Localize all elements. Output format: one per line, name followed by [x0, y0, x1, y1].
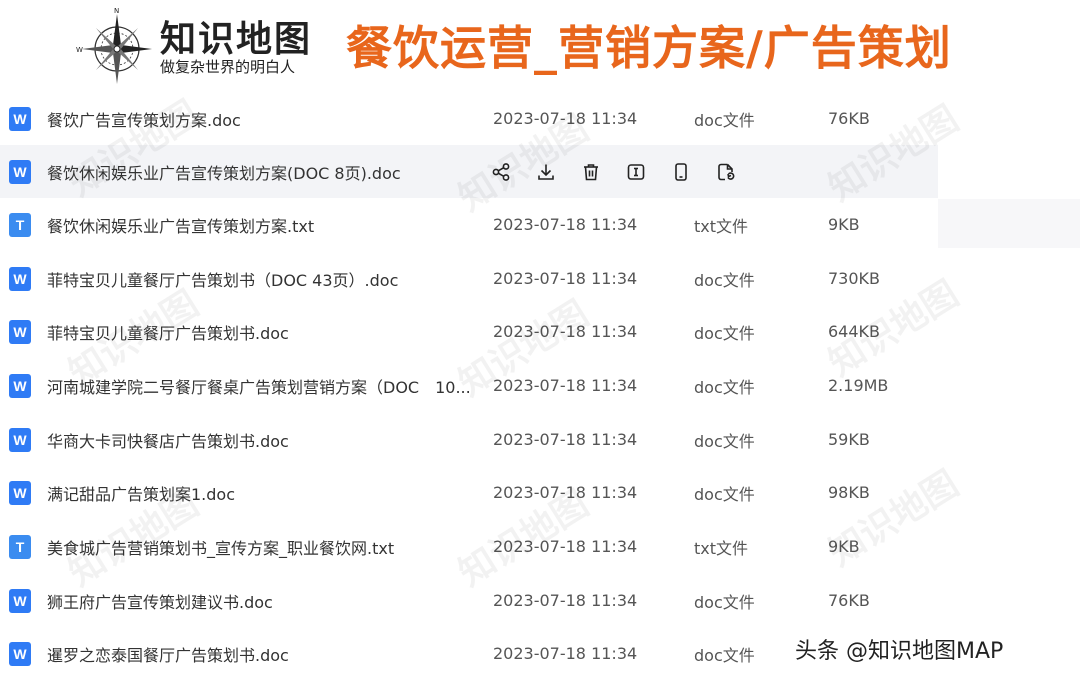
share-icon[interactable]	[490, 161, 512, 183]
file-type: doc文件	[694, 377, 755, 397]
side-panel-strip	[938, 199, 1080, 248]
file-type: doc文件	[694, 645, 755, 665]
file-size: 98KB	[828, 483, 870, 502]
word-file-icon: W	[9, 588, 31, 613]
file-row[interactable]: W 河南城建学院二号餐厅餐桌广告策划营销方案（DOC 10... 2023-07…	[0, 359, 938, 412]
file-date: 2023-07-18 11:34	[493, 109, 638, 128]
logo-title: 知识地图	[160, 19, 313, 60]
file-row[interactable]: W 菲特宝贝儿童餐厅广告策划书.doc 2023-07-18 11:34 doc…	[0, 305, 938, 358]
word-file-icon: W	[9, 266, 31, 291]
word-file-icon: W	[9, 373, 31, 398]
delete-icon[interactable]	[580, 161, 602, 183]
svg-text:N: N	[114, 7, 119, 15]
file-date: 2023-07-18 11:34	[493, 322, 638, 341]
file-date: 2023-07-18 11:34	[493, 483, 638, 502]
file-name[interactable]: 餐饮休闲娱乐业广告宣传策划方案(DOC 8页).doc	[47, 160, 401, 184]
file-date: 2023-07-18 11:34	[493, 644, 638, 663]
compass-logo-icon: N W	[76, 7, 152, 84]
file-name[interactable]: 美食城广告营销策划书_宣传方案_职业餐饮网.txt	[47, 535, 394, 559]
file-date: 2023-07-18 11:34	[493, 430, 638, 449]
file-name[interactable]: 狮王府广告宣传策划建议书.doc	[47, 589, 273, 613]
file-name[interactable]: 餐饮广告宣传策划方案.doc	[47, 107, 241, 131]
word-file-icon: W	[9, 159, 31, 184]
file-date: 2023-07-18 11:34	[493, 215, 638, 234]
file-name[interactable]: 暹罗之恋泰国餐厅广告策划书.doc	[47, 642, 289, 666]
rename-icon[interactable]	[625, 161, 647, 183]
header: N W 知识地图 做复杂世界的明白人 餐饮运营_营销方案/广告策划	[0, 0, 1080, 92]
download-icon[interactable]	[535, 161, 557, 183]
file-row-hovered[interactable]: W 餐饮休闲娱乐业广告宣传策划方案(DOC 8页).doc	[0, 145, 938, 198]
file-size: 730KB	[828, 269, 881, 288]
file-type: doc文件	[694, 270, 755, 290]
mobile-icon[interactable]	[670, 161, 692, 183]
svg-text:W: W	[76, 46, 83, 54]
file-type: txt文件	[694, 538, 749, 558]
file-row[interactable]: T 餐饮休闲娱乐业广告宣传策划方案.txt 2023-07-18 11:34 t…	[0, 198, 938, 251]
file-row[interactable]: W 菲特宝贝儿童餐厅广告策划书（DOC 43页）.doc 2023-07-18 …	[0, 252, 938, 305]
file-name[interactable]: 河南城建学院二号餐厅餐桌广告策划营销方案（DOC 10...	[47, 374, 471, 398]
file-date: 2023-07-18 11:34	[493, 537, 638, 556]
file-type: doc文件	[694, 592, 755, 612]
file-size: 2.19MB	[828, 376, 889, 395]
page-title: 餐饮运营_营销方案/广告策划	[346, 21, 952, 75]
file-size: 644KB	[828, 322, 881, 341]
file-type: doc文件	[694, 431, 755, 451]
file-row[interactable]: W 华商大卡司快餐店广告策划书.doc 2023-07-18 11:34 doc…	[0, 413, 938, 466]
file-row[interactable]: W 满记甜品广告策划案1.doc 2023-07-18 11:34 doc文件 …	[0, 466, 938, 519]
copy-icon[interactable]	[715, 161, 737, 183]
file-type: doc文件	[694, 323, 755, 343]
source-watermark: 头条 @知识地图MAP	[795, 639, 1004, 664]
file-size: 76KB	[828, 591, 870, 610]
file-date: 2023-07-18 11:34	[493, 376, 638, 395]
file-type: txt文件	[694, 216, 749, 236]
file-name[interactable]: 菲特宝贝儿童餐厅广告策划书（DOC 43页）.doc	[47, 267, 398, 291]
word-file-icon: W	[9, 106, 31, 131]
file-row[interactable]: W 餐饮广告宣传策划方案.doc 2023-07-18 11:34 doc文件 …	[0, 92, 938, 145]
file-name[interactable]: 菲特宝贝儿童餐厅广告策划书.doc	[47, 320, 289, 344]
file-size: 59KB	[828, 430, 870, 449]
word-file-icon: W	[9, 480, 31, 505]
file-date: 2023-07-18 11:34	[493, 269, 638, 288]
word-file-icon: W	[9, 641, 31, 666]
file-size: 76KB	[828, 109, 870, 128]
row-actions	[490, 161, 760, 183]
file-size: 9KB	[828, 215, 860, 234]
word-file-icon: W	[9, 319, 31, 344]
text-file-icon: T	[9, 212, 31, 237]
file-type: doc文件	[694, 110, 755, 130]
text-file-icon: T	[9, 534, 31, 559]
file-name[interactable]: 满记甜品广告策划案1.doc	[47, 481, 235, 505]
file-name[interactable]: 华商大卡司快餐店广告策划书.doc	[47, 428, 289, 452]
file-name[interactable]: 餐饮休闲娱乐业广告宣传策划方案.txt	[47, 213, 314, 237]
file-size: 9KB	[828, 537, 860, 556]
file-row[interactable]: W 狮王府广告宣传策划建议书.doc 2023-07-18 11:34 doc文…	[0, 574, 938, 627]
file-type: doc文件	[694, 484, 755, 504]
file-date: 2023-07-18 11:34	[493, 591, 638, 610]
file-row[interactable]: T 美食城广告营销策划书_宣传方案_职业餐饮网.txt 2023-07-18 1…	[0, 520, 938, 573]
logo-slogan: 做复杂世界的明白人	[160, 58, 296, 76]
word-file-icon: W	[9, 427, 31, 452]
